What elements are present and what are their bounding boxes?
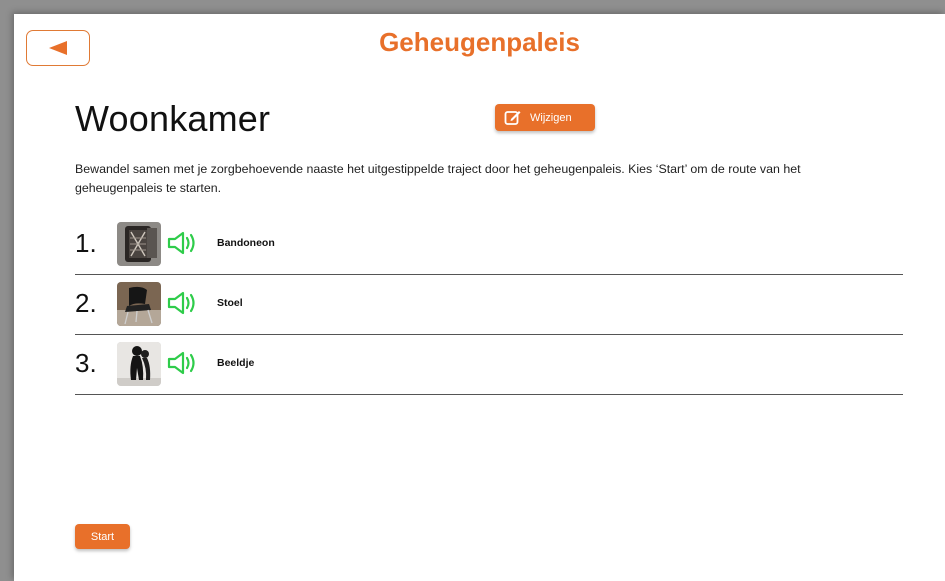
route-list: 1. Bandoneon 2. Stoel 3. Beeldje — [75, 215, 903, 395]
route-item-beeldje[interactable]: 3. Beeldje — [75, 335, 903, 395]
app-screen: Geheugenpaleis Woonkamer Wijzigen Bewand… — [14, 14, 945, 581]
room-description: Bewandel samen met je zorgbehoevende naa… — [75, 162, 801, 195]
statue-photo — [117, 342, 161, 386]
item-label: Stoel — [217, 297, 243, 309]
edit-button-label: Wijzigen — [530, 111, 572, 124]
start-button[interactable]: Start — [75, 524, 130, 549]
speaker-icon[interactable] — [166, 350, 202, 376]
device-frame: Geheugenpaleis Woonkamer Wijzigen Bewand… — [0, 0, 945, 581]
edit-pencil-icon — [504, 111, 521, 125]
edit-button[interactable]: Wijzigen — [495, 104, 595, 131]
item-number: 2. — [75, 288, 97, 318]
item-label: Bandoneon — [217, 237, 275, 249]
route-item-bandoneon[interactable]: 1. Bandoneon — [75, 215, 903, 275]
bandoneon-photo — [117, 222, 161, 266]
item-number: 1. — [75, 228, 97, 258]
item-label: Beeldje — [217, 357, 255, 369]
speaker-icon[interactable] — [166, 290, 202, 316]
route-item-stoel[interactable]: 2. Stoel — [75, 275, 903, 335]
chair-photo — [117, 282, 161, 326]
speaker-icon[interactable] — [166, 230, 202, 256]
app-title: Geheugenpaleis — [379, 27, 580, 57]
item-number: 3. — [75, 348, 97, 378]
room-title: Woonkamer — [75, 98, 271, 139]
